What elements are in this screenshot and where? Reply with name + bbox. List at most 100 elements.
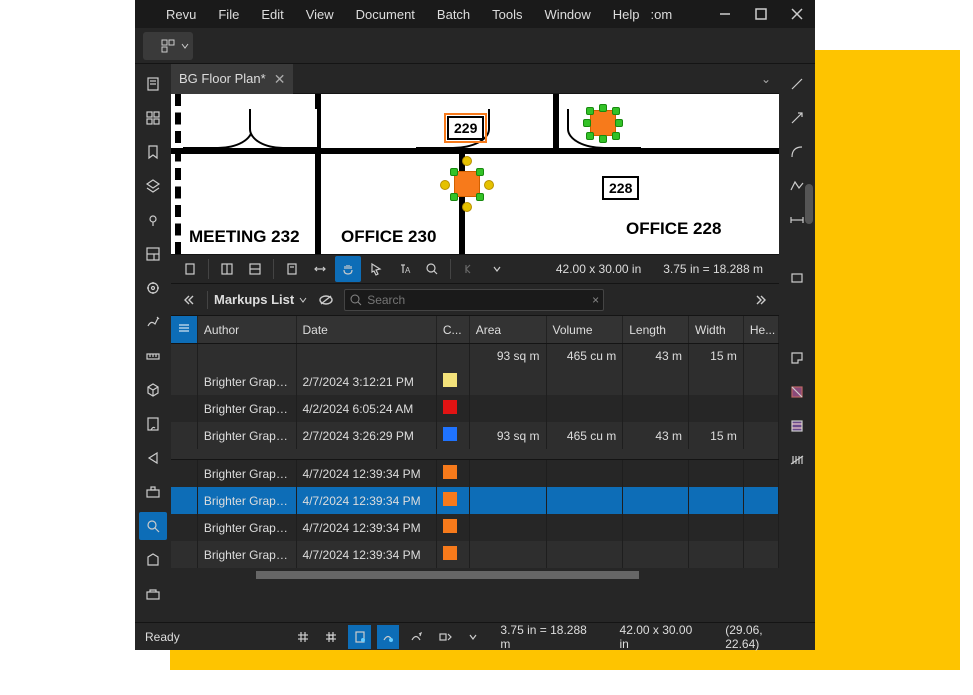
panel-properties-icon[interactable]	[139, 274, 167, 302]
markups-list-dropdown[interactable]: Markups List	[214, 292, 308, 307]
menu-file[interactable]: File	[207, 7, 250, 22]
sync-dropdown-button[interactable]	[462, 625, 484, 649]
rotate-handle[interactable]	[462, 156, 472, 166]
resize-handle[interactable]	[476, 193, 484, 201]
markup-row[interactable]: Brighter Graph...4/7/2024 12:39:34 PM	[171, 460, 779, 488]
rotate-handle[interactable]	[484, 180, 494, 190]
split-horizontal-button[interactable]	[242, 256, 268, 282]
window-minimize-button[interactable]	[707, 0, 743, 28]
menu-tools[interactable]: Tools	[481, 7, 533, 22]
markup-row[interactable]: Brighter Graph...4/7/2024 12:39:34 PM	[171, 514, 779, 541]
menu-batch[interactable]: Batch	[426, 7, 481, 22]
hide-markups-button[interactable]	[314, 288, 338, 312]
one-full-page-button[interactable]	[279, 256, 305, 282]
resize-handle[interactable]	[599, 104, 607, 112]
reuse-button[interactable]	[405, 625, 427, 649]
select-tool-button[interactable]	[363, 256, 389, 282]
markups-table[interactable]: Author Date C... Area Volume Length Widt…	[171, 316, 779, 622]
tool-arc-icon[interactable]	[783, 138, 811, 166]
window-maximize-button[interactable]	[743, 0, 779, 28]
sync-button[interactable]	[434, 625, 456, 649]
snap-button[interactable]	[320, 625, 342, 649]
panel-signatures-icon[interactable]	[139, 308, 167, 336]
panel-measurements-icon[interactable]	[139, 342, 167, 370]
document-tab[interactable]: BG Floor Plan* ✕	[171, 64, 293, 94]
menu-revu[interactable]: Revu	[155, 7, 207, 22]
snap-content-button[interactable]	[348, 625, 370, 649]
rotate-handle[interactable]	[440, 180, 450, 190]
col-date[interactable]: Date	[296, 316, 436, 344]
col-height[interactable]: He...	[743, 316, 778, 344]
panel-fileaccess-icon[interactable]	[139, 70, 167, 98]
menu-document[interactable]: Document	[345, 7, 426, 22]
zoom-tool-button[interactable]	[419, 256, 445, 282]
prev-view-button[interactable]	[456, 256, 482, 282]
room-tag-229[interactable]: 229	[447, 116, 484, 140]
resize-handle[interactable]	[450, 193, 458, 201]
panel-toolchest-icon[interactable]	[139, 580, 167, 608]
col-status-icon[interactable]	[171, 316, 197, 344]
tool-count-icon[interactable]	[783, 446, 811, 474]
resize-handle[interactable]	[615, 119, 623, 127]
rotate-handle[interactable]	[462, 202, 472, 212]
panel-thumbnails-icon[interactable]	[139, 104, 167, 132]
room-tag-228[interactable]: 228	[602, 176, 639, 200]
panel-studio-icon[interactable]	[139, 478, 167, 506]
tool-rectangle-icon[interactable]	[783, 264, 811, 292]
tab-close-icon[interactable]: ✕	[274, 72, 286, 86]
menu-view[interactable]: View	[295, 7, 345, 22]
resize-handle[interactable]	[586, 132, 594, 140]
col-width[interactable]: Width	[689, 316, 744, 344]
col-length[interactable]: Length	[623, 316, 689, 344]
text-select-button[interactable]: A	[391, 256, 417, 282]
menu-edit[interactable]: Edit	[250, 7, 294, 22]
profile-dropdown-button[interactable]	[143, 32, 193, 60]
resize-handle[interactable]	[583, 119, 591, 127]
panel-forms-icon[interactable]	[139, 410, 167, 438]
split-vertical-button[interactable]	[214, 256, 240, 282]
document-canvas[interactable]: 229 228	[171, 94, 779, 254]
col-volume[interactable]: Volume	[546, 316, 623, 344]
tool-arrow-icon[interactable]	[783, 104, 811, 132]
tool-polygon-cut-icon[interactable]	[783, 344, 811, 372]
panel-spaces-icon[interactable]	[139, 206, 167, 234]
markup-row[interactable]: Brighter Graph...4/7/2024 12:39:34 PM	[171, 541, 779, 568]
markups-search-box[interactable]: ×	[344, 289, 604, 311]
resize-handle[interactable]	[599, 135, 607, 143]
col-area[interactable]: Area	[469, 316, 546, 344]
view-dropdown-button[interactable]	[484, 256, 510, 282]
resize-handle[interactable]	[450, 168, 458, 176]
markup-row[interactable]: Brighter Graph...4/7/2024 12:39:34 PM	[171, 487, 779, 514]
markup-row[interactable]: Brighter Graph...2/7/2024 3:26:29 PM93 s…	[171, 422, 779, 449]
collapse-left-button[interactable]	[177, 288, 201, 312]
tool-dynamic-fill-icon[interactable]	[783, 412, 811, 440]
resize-handle[interactable]	[476, 168, 484, 176]
collapse-right-button[interactable]	[749, 288, 773, 312]
window-close-button[interactable]	[779, 0, 815, 28]
resize-handle[interactable]	[612, 132, 620, 140]
panel-sets-icon[interactable]	[139, 546, 167, 574]
snap-markup-button[interactable]	[377, 625, 399, 649]
col-author[interactable]: Author	[197, 316, 296, 344]
menu-help[interactable]: Help	[602, 7, 651, 22]
panel-bookmarks-icon[interactable]	[139, 138, 167, 166]
markup-row[interactable]: Brighter Graph...2/7/2024 3:12:21 PM	[171, 368, 779, 395]
tool-area-fill-icon[interactable]	[783, 378, 811, 406]
clear-search-icon[interactable]: ×	[592, 293, 599, 307]
panel-links-icon[interactable]	[139, 240, 167, 268]
table-scrollbar[interactable]	[171, 568, 779, 582]
resize-handle[interactable]	[612, 107, 620, 115]
markup-row[interactable]: Brighter Graph...4/2/2024 6:05:24 AM	[171, 395, 779, 422]
grid-button[interactable]	[292, 625, 314, 649]
tab-expand-icon[interactable]: ⌄	[761, 72, 771, 86]
markups-search-input[interactable]	[367, 293, 588, 307]
pan-tool-button[interactable]	[335, 256, 361, 282]
tool-line-icon[interactable]	[783, 70, 811, 98]
fit-width-button[interactable]	[307, 256, 333, 282]
resize-handle[interactable]	[586, 107, 594, 115]
page-layout-single-button[interactable]	[177, 256, 203, 282]
panel-search-icon[interactable]	[139, 512, 167, 540]
menu-window[interactable]: Window	[534, 7, 602, 22]
panel-layers-icon[interactable]	[139, 172, 167, 200]
panel-3d-icon[interactable]	[139, 376, 167, 404]
